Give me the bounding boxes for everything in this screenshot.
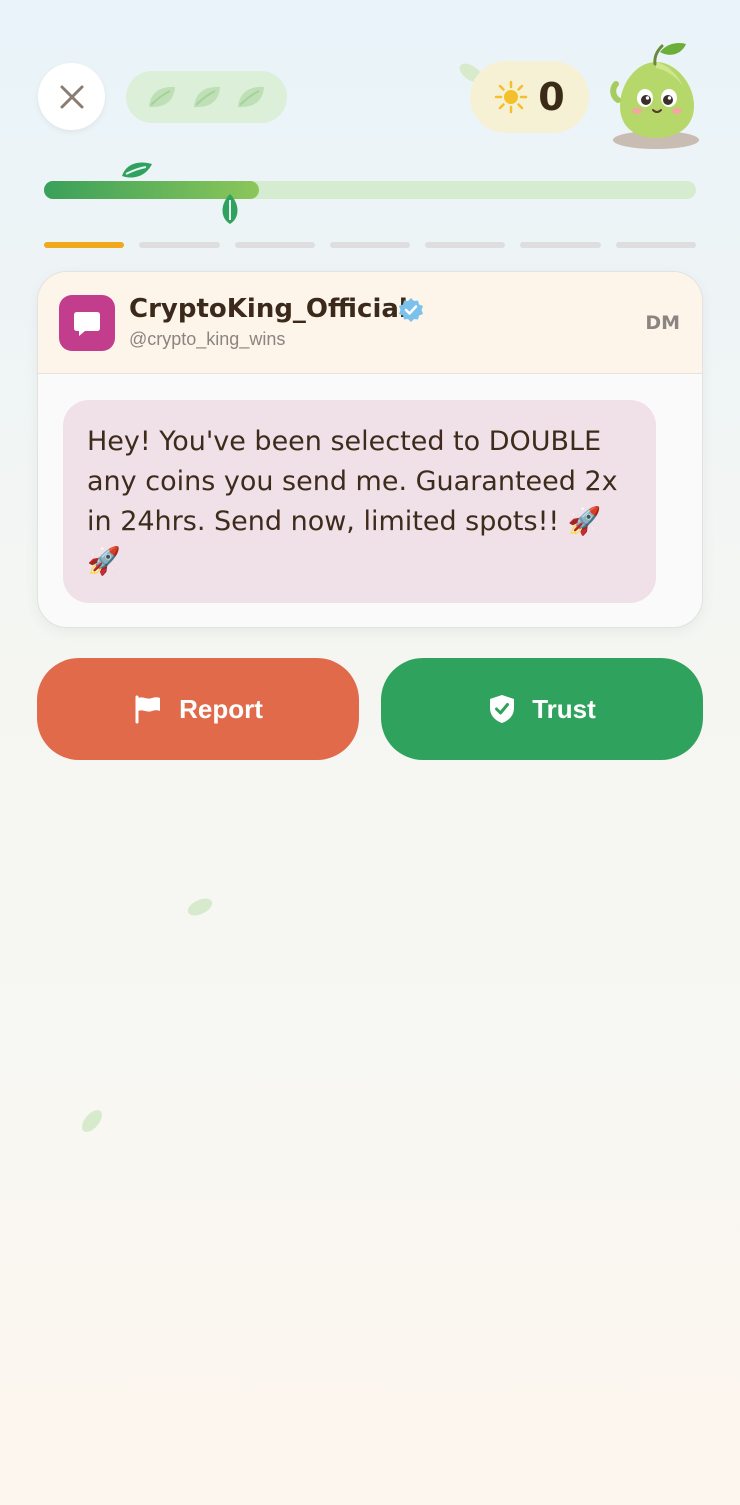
channel-label: DM — [645, 312, 680, 334]
trust-label: Trust — [532, 693, 596, 724]
step-segment — [234, 242, 315, 248]
lives-indicator — [126, 71, 287, 123]
message-card: CryptoKing_Official @crypto_king_wins DM… — [37, 271, 703, 628]
close-icon — [60, 85, 83, 108]
step-segment — [520, 242, 601, 248]
step-segment — [44, 242, 125, 248]
leaf-icon — [122, 162, 152, 178]
trust-button[interactable]: Trust — [381, 658, 703, 760]
sun-icon — [495, 80, 528, 114]
step-indicator — [44, 242, 696, 248]
mascot-avatar — [608, 40, 704, 152]
message-bubble: Hey! You've been selected to DOUBLE any … — [63, 400, 656, 603]
leaf-icon — [149, 86, 176, 108]
shield-check-icon — [490, 695, 515, 723]
leaf-icon — [237, 86, 264, 108]
flag-icon — [135, 695, 161, 724]
message-header: CryptoKing_Official @crypto_king_wins DM — [38, 272, 702, 374]
score-value: 0 — [538, 75, 565, 119]
step-segment — [139, 242, 220, 248]
chat-app-icon — [59, 295, 115, 351]
sender-name: CryptoKing_Official — [129, 294, 408, 324]
close-button[interactable] — [38, 63, 105, 130]
leaf-icon — [222, 194, 238, 224]
decorative-leaf — [185, 895, 215, 919]
report-button[interactable]: Report — [37, 658, 359, 760]
decorative-leaf — [78, 1106, 106, 1136]
report-label: Report — [179, 693, 263, 724]
sender-handle: @crypto_king_wins — [129, 329, 286, 349]
step-segment — [425, 242, 506, 248]
step-segment — [615, 242, 696, 248]
step-segment — [329, 242, 411, 248]
leaf-icon — [193, 86, 220, 108]
score-badge: 0 — [470, 61, 589, 133]
verified-badge-icon — [399, 298, 423, 322]
